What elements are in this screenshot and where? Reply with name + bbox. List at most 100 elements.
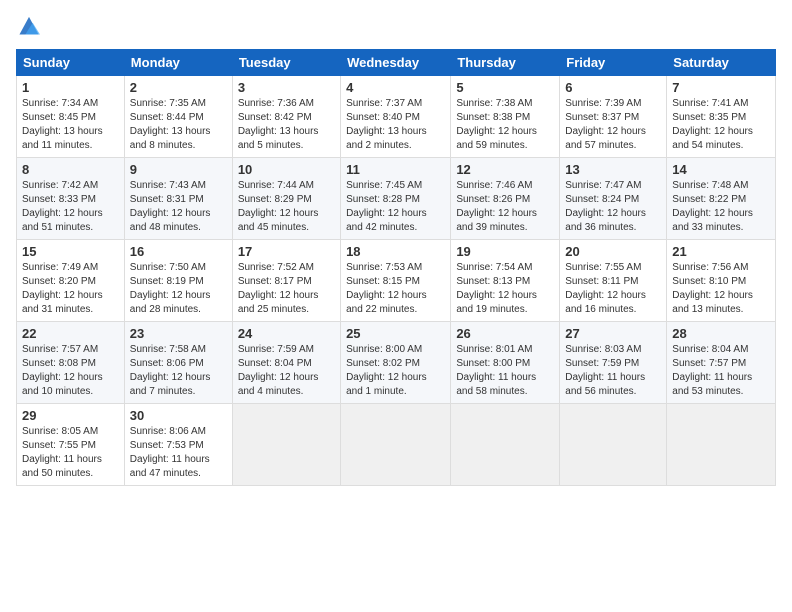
calendar-cell: 20 Sunrise: 7:55 AM Sunset: 8:11 PM Dayli… [560, 240, 667, 322]
day-number: 25 [346, 326, 445, 341]
calendar: SundayMondayTuesdayWednesdayThursdayFrid… [16, 49, 776, 486]
weekday-header-monday: Monday [124, 50, 232, 76]
calendar-cell: 22 Sunrise: 7:57 AM Sunset: 8:08 PM Dayli… [17, 322, 125, 404]
day-number: 6 [565, 80, 661, 95]
day-info: Sunrise: 8:03 AM Sunset: 7:59 PM Dayligh… [565, 343, 661, 399]
day-number: 17 [238, 244, 335, 259]
calendar-week-row: 1Sunrise: 7:34 AM Sunset: 8:45 PM Daylig… [17, 76, 776, 158]
weekday-header-thursday: Thursday [451, 50, 560, 76]
calendar-week-row: 15 Sunrise: 7:49 AM Sunset: 8:20 PM Dayli… [17, 240, 776, 322]
calendar-cell: 10Sunrise: 7:44 AM Sunset: 8:29 PM Dayli… [232, 158, 340, 240]
day-number: 8 [22, 162, 119, 177]
calendar-cell: 28 Sunrise: 8:04 AM Sunset: 7:57 PM Dayli… [667, 322, 776, 404]
day-info: Sunrise: 7:41 AM Sunset: 8:35 PM Dayligh… [672, 97, 770, 153]
day-info: Sunrise: 7:34 AM Sunset: 8:45 PM Dayligh… [22, 97, 119, 153]
day-info: Sunrise: 7:58 AM Sunset: 8:06 PM Dayligh… [130, 343, 227, 399]
calendar-cell: 16 Sunrise: 7:50 AM Sunset: 8:19 PM Dayli… [124, 240, 232, 322]
day-number: 15 [22, 244, 119, 259]
weekday-header-sunday: Sunday [17, 50, 125, 76]
calendar-cell [451, 404, 560, 486]
day-info: Sunrise: 7:47 AM Sunset: 8:24 PM Dayligh… [565, 179, 661, 235]
day-number: 24 [238, 326, 335, 341]
day-number: 14 [672, 162, 770, 177]
calendar-cell: 9 Sunrise: 7:43 AM Sunset: 8:31 PM Daylig… [124, 158, 232, 240]
calendar-cell: 2Sunrise: 7:35 AM Sunset: 8:44 PM Daylig… [124, 76, 232, 158]
day-number: 12 [456, 162, 554, 177]
calendar-cell: 27 Sunrise: 8:03 AM Sunset: 7:59 PM Dayli… [560, 322, 667, 404]
day-info: Sunrise: 7:43 AM Sunset: 8:31 PM Dayligh… [130, 179, 227, 235]
day-number: 2 [130, 80, 227, 95]
day-number: 21 [672, 244, 770, 259]
day-info: Sunrise: 7:54 AM Sunset: 8:13 PM Dayligh… [456, 261, 554, 317]
calendar-cell: 11 Sunrise: 7:45 AM Sunset: 8:28 PM Dayli… [341, 158, 451, 240]
logo-icon [18, 14, 40, 36]
calendar-cell: 7 Sunrise: 7:41 AM Sunset: 8:35 PM Daylig… [667, 76, 776, 158]
day-number: 23 [130, 326, 227, 341]
day-info: Sunrise: 7:49 AM Sunset: 8:20 PM Dayligh… [22, 261, 119, 317]
day-number: 16 [130, 244, 227, 259]
day-number: 18 [346, 244, 445, 259]
day-info: Sunrise: 7:45 AM Sunset: 8:28 PM Dayligh… [346, 179, 445, 235]
calendar-cell: 17Sunrise: 7:52 AM Sunset: 8:17 PM Dayli… [232, 240, 340, 322]
logo [16, 14, 40, 41]
calendar-cell: 1Sunrise: 7:34 AM Sunset: 8:45 PM Daylig… [17, 76, 125, 158]
day-number: 26 [456, 326, 554, 341]
calendar-cell: 6 Sunrise: 7:39 AM Sunset: 8:37 PM Daylig… [560, 76, 667, 158]
calendar-cell: 29 Sunrise: 8:05 AM Sunset: 7:55 PM Dayli… [17, 404, 125, 486]
day-info: Sunrise: 7:46 AM Sunset: 8:26 PM Dayligh… [456, 179, 554, 235]
day-info: Sunrise: 7:57 AM Sunset: 8:08 PM Dayligh… [22, 343, 119, 399]
day-number: 29 [22, 408, 119, 423]
calendar-cell: 14 Sunrise: 7:48 AM Sunset: 8:22 PM Dayli… [667, 158, 776, 240]
day-info: Sunrise: 8:05 AM Sunset: 7:55 PM Dayligh… [22, 425, 119, 481]
calendar-cell [232, 404, 340, 486]
day-info: Sunrise: 8:01 AM Sunset: 8:00 PM Dayligh… [456, 343, 554, 399]
weekday-header-wednesday: Wednesday [341, 50, 451, 76]
day-info: Sunrise: 7:50 AM Sunset: 8:19 PM Dayligh… [130, 261, 227, 317]
day-info: Sunrise: 7:56 AM Sunset: 8:10 PM Dayligh… [672, 261, 770, 317]
calendar-week-row: 22 Sunrise: 7:57 AM Sunset: 8:08 PM Dayli… [17, 322, 776, 404]
calendar-cell [341, 404, 451, 486]
day-number: 22 [22, 326, 119, 341]
day-info: Sunrise: 7:44 AM Sunset: 8:29 PM Dayligh… [238, 179, 335, 235]
day-number: 13 [565, 162, 661, 177]
day-info: Sunrise: 7:48 AM Sunset: 8:22 PM Dayligh… [672, 179, 770, 235]
calendar-week-row: 29 Sunrise: 8:05 AM Sunset: 7:55 PM Dayli… [17, 404, 776, 486]
day-info: Sunrise: 7:42 AM Sunset: 8:33 PM Dayligh… [22, 179, 119, 235]
weekday-header-saturday: Saturday [667, 50, 776, 76]
calendar-cell: 19 Sunrise: 7:54 AM Sunset: 8:13 PM Dayli… [451, 240, 560, 322]
calendar-cell: 15 Sunrise: 7:49 AM Sunset: 8:20 PM Dayli… [17, 240, 125, 322]
calendar-cell: 24 Sunrise: 7:59 AM Sunset: 8:04 PM Dayli… [232, 322, 340, 404]
day-info: Sunrise: 7:59 AM Sunset: 8:04 PM Dayligh… [238, 343, 335, 399]
day-number: 28 [672, 326, 770, 341]
day-info: Sunrise: 8:00 AM Sunset: 8:02 PM Dayligh… [346, 343, 445, 399]
calendar-cell: 26 Sunrise: 8:01 AM Sunset: 8:00 PM Dayli… [451, 322, 560, 404]
day-number: 30 [130, 408, 227, 423]
calendar-week-row: 8 Sunrise: 7:42 AM Sunset: 8:33 PM Daylig… [17, 158, 776, 240]
day-number: 19 [456, 244, 554, 259]
calendar-cell: 8 Sunrise: 7:42 AM Sunset: 8:33 PM Daylig… [17, 158, 125, 240]
weekday-header-tuesday: Tuesday [232, 50, 340, 76]
day-number: 9 [130, 162, 227, 177]
calendar-cell: 4Sunrise: 7:37 AM Sunset: 8:40 PM Daylig… [341, 76, 451, 158]
calendar-cell [667, 404, 776, 486]
day-number: 11 [346, 162, 445, 177]
calendar-cell [560, 404, 667, 486]
day-info: Sunrise: 7:36 AM Sunset: 8:42 PM Dayligh… [238, 97, 335, 153]
day-number: 20 [565, 244, 661, 259]
day-info: Sunrise: 8:04 AM Sunset: 7:57 PM Dayligh… [672, 343, 770, 399]
day-info: Sunrise: 7:38 AM Sunset: 8:38 PM Dayligh… [456, 97, 554, 153]
day-number: 7 [672, 80, 770, 95]
day-info: Sunrise: 8:06 AM Sunset: 7:53 PM Dayligh… [130, 425, 227, 481]
calendar-cell: 12 Sunrise: 7:46 AM Sunset: 8:26 PM Dayli… [451, 158, 560, 240]
page-header [16, 10, 776, 41]
day-number: 27 [565, 326, 661, 341]
calendar-cell: 3 Sunrise: 7:36 AM Sunset: 8:42 PM Daylig… [232, 76, 340, 158]
calendar-cell: 25 Sunrise: 8:00 AM Sunset: 8:02 PM Dayli… [341, 322, 451, 404]
day-info: Sunrise: 7:37 AM Sunset: 8:40 PM Dayligh… [346, 97, 445, 153]
day-info: Sunrise: 7:39 AM Sunset: 8:37 PM Dayligh… [565, 97, 661, 153]
calendar-cell: 21 Sunrise: 7:56 AM Sunset: 8:10 PM Dayli… [667, 240, 776, 322]
calendar-cell: 23 Sunrise: 7:58 AM Sunset: 8:06 PM Dayli… [124, 322, 232, 404]
day-number: 3 [238, 80, 335, 95]
day-info: Sunrise: 7:55 AM Sunset: 8:11 PM Dayligh… [565, 261, 661, 317]
weekday-header-friday: Friday [560, 50, 667, 76]
